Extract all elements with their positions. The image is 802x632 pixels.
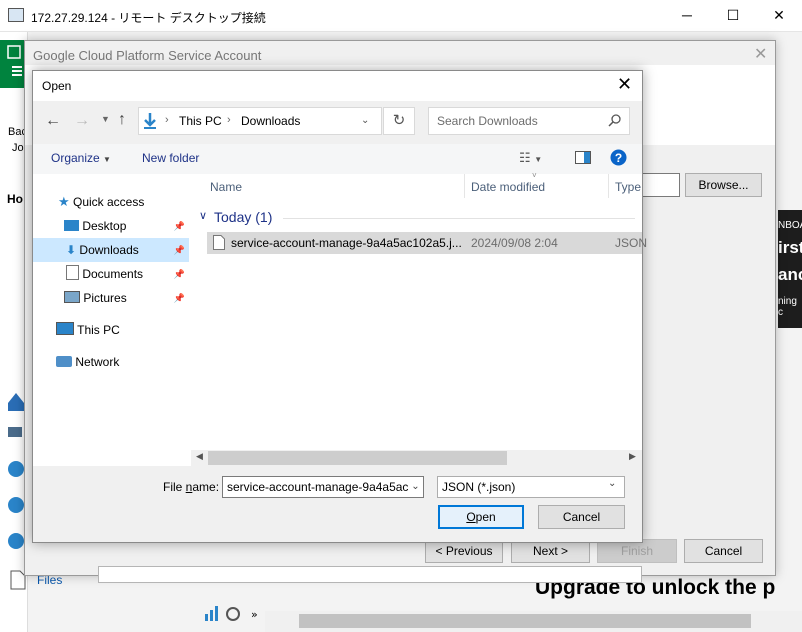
gcp-dialog-title: Google Cloud Platform Service Account: [33, 48, 262, 63]
forward-arrow-icon[interactable]: →: [74, 112, 90, 130]
globe-icon: [8, 461, 24, 477]
file-name-label: File name:: [163, 480, 220, 494]
close-window-button[interactable]: ✕: [756, 0, 802, 32]
globe-icon-2: [8, 497, 24, 513]
this-pc-icon: [56, 322, 74, 335]
back-arrow-icon[interactable]: ←: [45, 112, 61, 130]
up-arrow-icon[interactable]: ↑: [118, 111, 126, 129]
svg-text:?: ?: [615, 151, 622, 165]
open-dialog-title: Open: [42, 79, 72, 93]
file-name-cell: service-account-manage-9a4a5ac102a5.j...: [231, 236, 462, 250]
globe-icon-3: [8, 533, 24, 549]
breadcrumb-downloads[interactable]: Downloads: [241, 114, 300, 128]
nav-network[interactable]: Network: [56, 350, 119, 374]
file-date-cell: 2024/09/08 2:04: [471, 236, 558, 250]
file-type-chevron-icon[interactable]: ⌄: [608, 478, 616, 489]
nav-this-pc[interactable]: This PC: [56, 318, 120, 342]
desktop-icon: [64, 220, 79, 231]
address-dropdown-chevron-icon[interactable]: ⌄: [361, 115, 369, 126]
gcp-cancel-button[interactable]: Cancel: [684, 539, 763, 563]
breadcrumb-separator-icon: ›: [165, 114, 169, 126]
breadcrumb-this-pc[interactable]: This PC: [179, 114, 222, 128]
pin-icon: 📌: [173, 269, 185, 279]
sort-indicator-icon: ˅: [532, 171, 537, 180]
file-type-select[interactable]: JSON (*.json): [437, 476, 625, 498]
bg-horizontal-scrollbar[interactable]: [265, 611, 802, 632]
scroll-right-arrow-icon[interactable]: ▶: [629, 451, 636, 462]
bg-status-icons: »: [205, 606, 258, 621]
open-dialog-close-icon[interactable]: ✕: [617, 74, 632, 95]
column-type-header[interactable]: Type: [615, 180, 641, 194]
pin-icon: 📌: [173, 221, 185, 231]
preview-pane-icon[interactable]: [575, 151, 591, 164]
home-icon: [8, 393, 24, 411]
column-divider: [464, 174, 465, 198]
breadcrumb-separator-icon: ›: [227, 114, 231, 126]
browse-button[interactable]: Browse...: [685, 173, 762, 197]
rdp-window-title: 172.27.29.124 - リモート デスクトップ接続: [31, 11, 266, 25]
nav-quick-access[interactable]: ★ Quick access: [58, 190, 144, 214]
downloads-folder-icon: [144, 113, 156, 129]
pin-icon: 📌: [173, 245, 185, 255]
gcp-json-path-input[interactable]: [642, 173, 680, 197]
json-file-icon: [213, 235, 225, 250]
group-collapse-chevron-icon[interactable]: ∨: [199, 209, 207, 222]
open-dialog-titlebar: [33, 71, 642, 101]
scroll-left-arrow-icon[interactable]: ◀: [196, 451, 203, 462]
nav-downloads[interactable]: ⬇ Downloads 📌: [33, 238, 189, 262]
column-date-header[interactable]: Date modified: [471, 180, 545, 194]
maximize-button[interactable]: ☐: [710, 0, 756, 32]
pin-icon: 📌: [173, 293, 185, 303]
file-name-input[interactable]: service-account-manage-9a4a5ac: [222, 476, 424, 498]
open-button[interactable]: Open: [438, 505, 524, 529]
downloads-icon: ⬇: [66, 243, 77, 257]
group-today-label[interactable]: Today (1): [214, 209, 272, 225]
search-placeholder: Search Downloads: [437, 114, 538, 128]
help-icon[interactable]: ?: [610, 149, 627, 166]
file-row-selected[interactable]: service-account-manage-9a4a5ac102a5.j...…: [207, 232, 647, 254]
recent-locations-chevron-icon[interactable]: ▼: [101, 114, 110, 124]
pictures-icon: [64, 291, 80, 303]
new-folder-button[interactable]: New folder: [142, 151, 199, 165]
nav-pictures[interactable]: Pictures 📌: [33, 286, 189, 310]
organize-button[interactable]: Organize ▼: [51, 151, 111, 165]
group-divider: [283, 218, 635, 219]
computer-icon: [8, 427, 22, 437]
bg-dark-panel: NBOA irst anc ning c: [778, 210, 802, 328]
remote-desktop-icon: [8, 8, 24, 22]
file-name-dropdown-chevron-icon[interactable]: ⌄: [408, 478, 423, 496]
bg-job-label: Jo: [12, 142, 24, 154]
gcp-close-icon[interactable]: ✕: [754, 44, 767, 64]
view-options-icon[interactable]: ☷ ▼: [519, 150, 542, 166]
documents-icon: [66, 265, 79, 280]
scrollbar-thumb[interactable]: [208, 451, 507, 465]
nav-documents[interactable]: Documents 📌: [33, 262, 189, 286]
svg-text:»: »: [251, 608, 258, 621]
column-divider: [608, 174, 609, 198]
network-icon: [56, 356, 72, 367]
star-icon: ★: [58, 194, 70, 209]
minimize-button[interactable]: ─: [664, 0, 710, 32]
nav-desktop[interactable]: Desktop 📌: [33, 214, 189, 238]
organize-chevron-icon: ▼: [103, 155, 111, 164]
file-type-cell: JSON: [615, 236, 648, 250]
gcp-bottom-field: [98, 566, 642, 583]
open-dialog-toolbar: [33, 144, 642, 174]
refresh-icon[interactable]: ↻: [383, 107, 415, 135]
open-dialog-cancel-button[interactable]: Cancel: [538, 505, 625, 529]
search-icon: [608, 114, 621, 127]
bg-home-label: Ho: [7, 192, 23, 206]
column-name-header[interactable]: Name: [210, 180, 242, 194]
